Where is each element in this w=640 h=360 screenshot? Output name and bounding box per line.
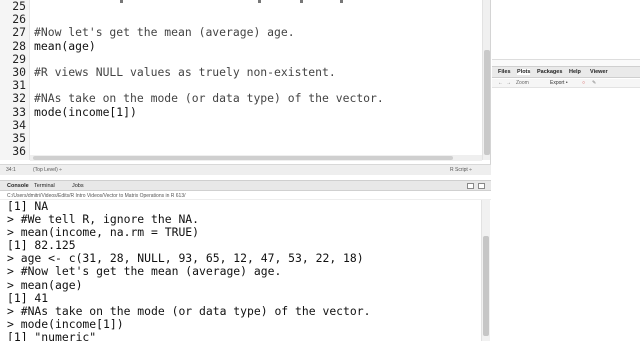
remove-plot-icon[interactable]: ○ (582, 80, 585, 86)
code-line[interactable] (34, 0, 480, 13)
code-line[interactable]: #R views NULL values as truely non-exist… (34, 65, 480, 79)
console-line: [1] 41 (7, 290, 49, 305)
editor-horizontal-scrollbar[interactable] (30, 155, 482, 161)
cursor-position: 34:1 (6, 167, 16, 173)
code-area[interactable]: #Now let's get the mean (average) age. m… (34, 0, 480, 160)
console-line: > mode(income[1]) (7, 316, 124, 331)
console-vertical-scrollbar[interactable] (481, 200, 490, 341)
line-number: 27 (12, 25, 26, 40)
environment-pane (492, 0, 640, 60)
maximize-pane-icon[interactable] (478, 183, 485, 189)
tab-terminal[interactable]: Terminal (34, 183, 55, 189)
console-output[interactable]: [1] NA > #We tell R, ignore the NA. > me… (7, 200, 479, 341)
console-line: [1] "numeric" (7, 329, 97, 341)
console-line: > mean(income, na.rm = TRUE) (7, 225, 200, 240)
scope-selector[interactable]: (Top Level) ÷ (33, 167, 62, 173)
line-number: 29 (12, 51, 26, 66)
tab-console[interactable]: Console (7, 183, 29, 189)
tab-viewer[interactable]: Viewer (590, 69, 608, 75)
plots-toolbar: ← → Zoom Export • ○ ✎ (492, 79, 640, 88)
back-arrow-icon[interactable]: ← (498, 80, 503, 86)
tab-jobs[interactable]: Jobs (72, 183, 84, 189)
right-pane-tabs: Files Plots Packages Help Viewer (492, 67, 640, 78)
code-line[interactable]: mean(age) (34, 39, 480, 53)
export-button[interactable]: Export • (550, 80, 568, 86)
code-line[interactable]: #Now let's get the mean (average) age. (34, 26, 480, 39)
console-line: > #NAs take on the mode (or data type) o… (7, 303, 371, 318)
code-line[interactable] (34, 53, 480, 66)
line-number: 36 (12, 144, 26, 159)
code-line[interactable]: mode(income[1]) (34, 105, 480, 119)
files-plots-pane: Files Plots Packages Help Viewer ← → Zoo… (492, 66, 640, 360)
working-directory-path: C:/Users/dmitri/Videos/Edits/R Intro Vid… (0, 192, 491, 200)
editor-vertical-scrollbar[interactable] (482, 0, 490, 160)
console-tabs: Console Terminal Jobs (0, 181, 491, 191)
scrollbar-thumb[interactable] (33, 156, 453, 160)
line-number: 33 (12, 104, 26, 119)
code-line[interactable]: #NAs take on the mode (or data type) of … (34, 92, 480, 105)
clear-plots-icon[interactable]: ✎ (592, 80, 596, 86)
console-line: > mean(age) (7, 277, 83, 292)
minimize-pane-icon[interactable] (467, 183, 474, 189)
forward-arrow-icon[interactable]: → (506, 80, 511, 86)
tab-packages[interactable]: Packages (537, 69, 562, 75)
line-number: 28 (12, 38, 26, 53)
tab-plots[interactable]: Plots (517, 69, 531, 75)
code-line[interactable] (34, 119, 480, 132)
tab-help[interactable]: Help (569, 69, 581, 75)
console-pane: Console Terminal Jobs C:/Users/dmitri/Vi… (0, 180, 491, 360)
line-number-gutter: 25 26 27 28 29 30 31 32 33 34 35 36 (0, 0, 30, 160)
right-panes: Files Plots Packages Help Viewer ← → Zoo… (492, 0, 640, 360)
line-number: 34 (12, 117, 26, 132)
editor-status-bar: 34:1 (Top Level) ÷ R Script ÷ (0, 164, 491, 175)
tab-files[interactable]: Files (498, 69, 511, 75)
console-line: > #Now let's get the mean (average) age. (7, 264, 282, 279)
line-number: 32 (12, 91, 26, 106)
zoom-button[interactable]: Zoom (516, 80, 529, 86)
source-editor-pane: 25 26 27 28 29 30 31 32 33 34 35 36 #Now… (0, 0, 491, 175)
scrollbar-thumb[interactable] (484, 50, 490, 155)
file-type-selector[interactable]: R Script ÷ (450, 167, 472, 173)
code-line[interactable] (34, 132, 480, 145)
scrollbar-thumb[interactable] (483, 236, 489, 336)
